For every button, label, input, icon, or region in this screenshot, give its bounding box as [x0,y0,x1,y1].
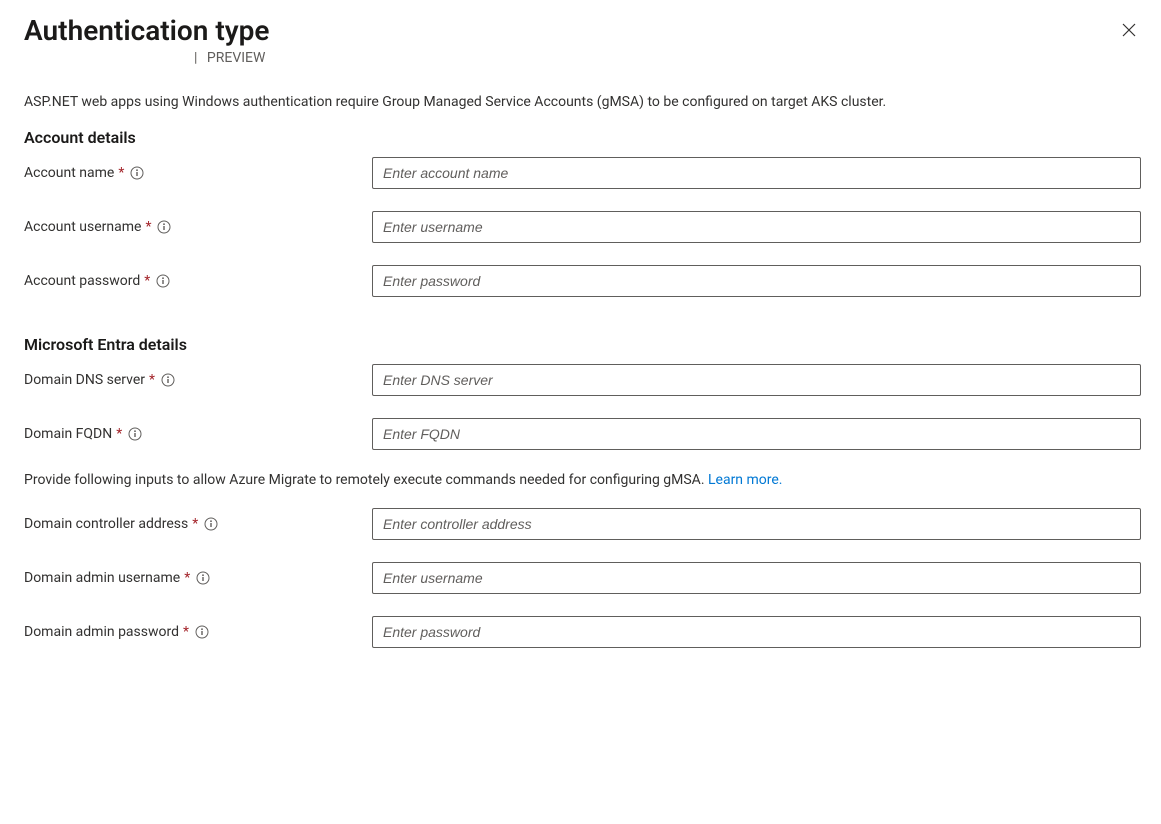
label-account-username: Account username * [24,219,372,235]
field-row-account-username: Account username * [24,211,1141,243]
info-icon[interactable] [204,517,218,531]
required-marker: * [192,516,198,532]
required-marker: * [116,426,122,442]
field-label-text: Domain admin username [24,570,180,586]
field-row-domain-controller: Domain controller address * [24,508,1141,540]
authentication-type-blade: Authentication type | PREVIEW ASP.NET we… [0,0,1161,690]
info-icon[interactable] [196,571,210,585]
account-name-input[interactable] [372,157,1141,189]
label-domain-dns: Domain DNS server * [24,372,372,388]
required-marker: * [118,165,124,181]
learn-more-link[interactable]: Learn more. [708,472,783,488]
label-account-name: Account name * [24,165,372,181]
domain-dns-input[interactable] [372,364,1141,396]
field-label-text: Domain DNS server [24,372,145,388]
title-block: Authentication type | PREVIEW [24,14,269,66]
close-icon [1121,22,1137,38]
label-domain-admin-password: Domain admin password * [24,624,372,640]
field-row-domain-admin-password: Domain admin password * [24,616,1141,648]
info-icon[interactable] [156,274,170,288]
info-icon[interactable] [195,625,209,639]
required-marker: * [149,372,155,388]
field-label-text: Domain FQDN [24,426,112,442]
info-icon[interactable] [161,373,175,387]
info-icon[interactable] [157,220,171,234]
required-marker: * [145,219,151,235]
domain-fqdn-input[interactable] [372,418,1141,450]
field-row-domain-dns: Domain DNS server * [24,364,1141,396]
required-marker: * [183,624,189,640]
domain-admin-username-input[interactable] [372,562,1141,594]
section-heading-account: Account details [24,128,1141,147]
label-domain-admin-username: Domain admin username * [24,570,372,586]
breadcrumb: | PREVIEW [24,50,269,66]
section-heading-entra: Microsoft Entra details [24,335,1141,354]
field-label-text: Domain controller address [24,516,188,532]
info-icon[interactable] [130,166,144,180]
blade-header: Authentication type | PREVIEW [24,14,1141,66]
field-row-domain-admin-username: Domain admin username * [24,562,1141,594]
domain-admin-password-input[interactable] [372,616,1141,648]
blade-description: ASP.NET web apps using Windows authentic… [24,94,1141,110]
label-account-password: Account password * [24,273,372,289]
required-marker: * [184,570,190,586]
label-domain-controller: Domain controller address * [24,516,372,532]
field-row-account-password: Account password * [24,265,1141,297]
field-label-text: Account name [24,165,114,181]
breadcrumb-separator: | [194,50,197,66]
field-row-domain-fqdn: Domain FQDN * [24,418,1141,450]
helper-text-content: Provide following inputs to allow Azure … [24,472,708,488]
required-marker: * [144,273,150,289]
label-domain-fqdn: Domain FQDN * [24,426,372,442]
info-icon[interactable] [128,427,142,441]
account-password-input[interactable] [372,265,1141,297]
account-username-input[interactable] [372,211,1141,243]
domain-controller-input[interactable] [372,508,1141,540]
entra-helper-text: Provide following inputs to allow Azure … [24,472,1141,488]
field-label-text: Domain admin password [24,624,179,640]
page-title: Authentication type [24,14,269,48]
close-button[interactable] [1117,18,1141,42]
preview-badge: PREVIEW [207,50,266,66]
field-label-text: Account username [24,219,141,235]
field-label-text: Account password [24,273,140,289]
field-row-account-name: Account name * [24,157,1141,189]
